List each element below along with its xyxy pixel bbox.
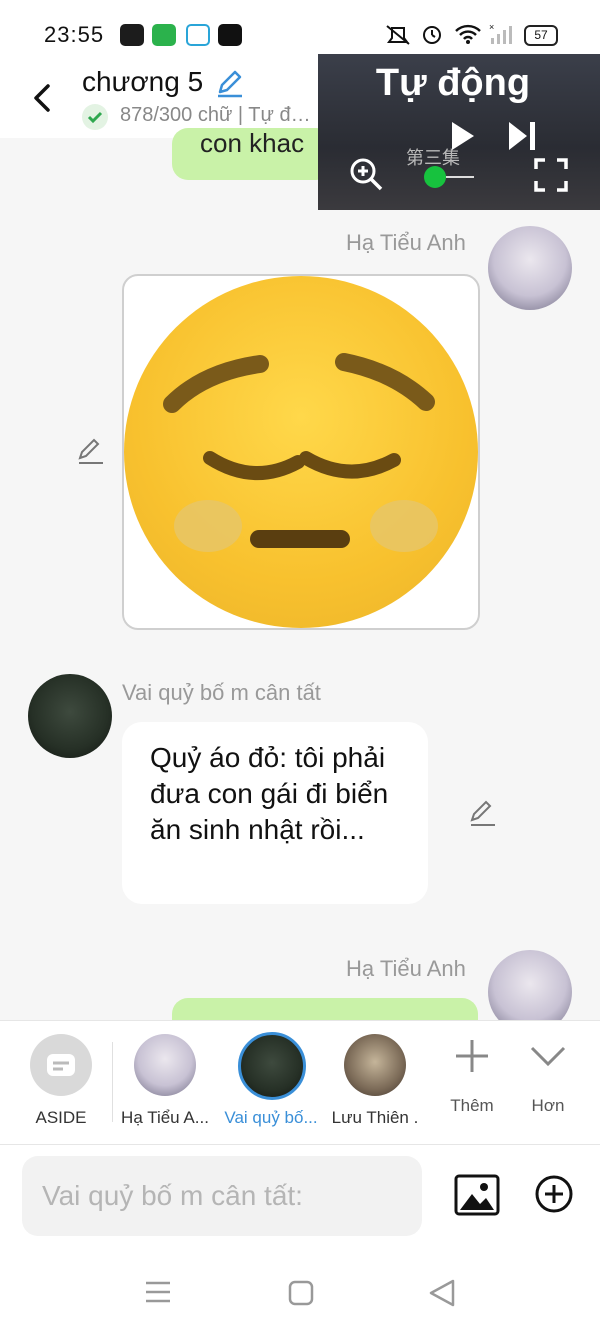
battery-indicator: 57 xyxy=(524,25,558,46)
divider xyxy=(112,1042,113,1122)
chevron-down-icon[interactable] xyxy=(530,1044,566,1068)
input-placeholder: Vai quỷ bố m cân tất: xyxy=(42,1180,303,1211)
sender-name: Hạ Tiểu Anh xyxy=(346,230,466,255)
aside-label: ASIDE xyxy=(35,1108,87,1127)
avatar-vai-quy[interactable] xyxy=(28,674,112,758)
message-input[interactable]: Vai quỷ bố m cân tất: xyxy=(22,1156,422,1236)
plus-circle-icon[interactable] xyxy=(534,1174,574,1214)
message-text-partial: con khac xyxy=(200,128,305,158)
character-ha-tieu-anh[interactable] xyxy=(134,1034,196,1096)
video-title: Tự động xyxy=(375,62,531,104)
character-label: Hạ Tiểu A... xyxy=(121,1108,209,1127)
clock: 23:55 xyxy=(44,22,105,47)
character-label: Lưu Thiên . xyxy=(331,1108,419,1127)
image-icon[interactable] xyxy=(454,1174,500,1216)
character-vai-quy-selected[interactable] xyxy=(238,1032,306,1100)
system-navbar xyxy=(0,1254,600,1333)
word-count-status: 878/300 chữ | Tự đ… xyxy=(120,104,311,126)
progress-thumb[interactable] xyxy=(424,166,446,188)
message-text: Quỷ áo đỏ: tôi phải đưa con gái đi biển … xyxy=(150,742,389,845)
video-app-icon xyxy=(218,24,242,46)
home-icon[interactable] xyxy=(288,1280,314,1306)
avatar-ha-tieu-anh[interactable] xyxy=(488,226,572,310)
edit-title-icon[interactable] xyxy=(214,68,246,100)
zoom-in-icon[interactable] xyxy=(348,156,384,192)
check-icon xyxy=(82,104,108,130)
menu-icon[interactable] xyxy=(144,1280,172,1304)
message-bubble-partial[interactable]: con khac xyxy=(172,128,332,180)
back-nav-icon[interactable] xyxy=(428,1278,456,1308)
sad-emoji-image xyxy=(124,276,478,628)
cart-icon xyxy=(186,24,210,46)
shop-icon xyxy=(152,24,176,46)
sender-name: Vai quỷ bố m cân tất xyxy=(122,680,321,705)
sender-name: Hạ Tiểu Anh xyxy=(346,956,466,981)
edit-message-icon[interactable] xyxy=(76,436,106,466)
character-label-active: Vai quỷ bố... xyxy=(224,1108,318,1127)
back-arrow-icon[interactable] xyxy=(26,80,62,116)
chapter-title[interactable]: chương 5 xyxy=(82,66,203,98)
progress-track[interactable] xyxy=(446,176,474,178)
play-icon[interactable] xyxy=(448,120,476,152)
signal-icon: × xyxy=(489,22,512,44)
more-label[interactable]: Hơn xyxy=(518,1096,578,1116)
fullscreen-icon[interactable] xyxy=(534,158,568,192)
add-icon[interactable] xyxy=(454,1038,490,1074)
mute-icon xyxy=(386,25,410,45)
messenger-icon xyxy=(120,24,144,46)
wifi-icon xyxy=(455,24,481,44)
character-luu-thien[interactable] xyxy=(344,1034,406,1096)
composer: Vai quỷ bố m cân tất: xyxy=(0,1144,600,1254)
add-label[interactable]: Thêm xyxy=(440,1096,504,1116)
alarm-icon xyxy=(423,26,441,44)
character-selector: ASIDE Hạ Tiểu A... Vai quỷ bố... Lưu Thi… xyxy=(0,1020,600,1144)
aside-button[interactable] xyxy=(30,1034,92,1096)
floating-video-player[interactable]: Tự động 第三集 xyxy=(318,54,600,210)
svg-text:×: × xyxy=(489,22,494,32)
edit-message-icon[interactable] xyxy=(468,798,498,828)
next-icon[interactable] xyxy=(506,120,538,152)
